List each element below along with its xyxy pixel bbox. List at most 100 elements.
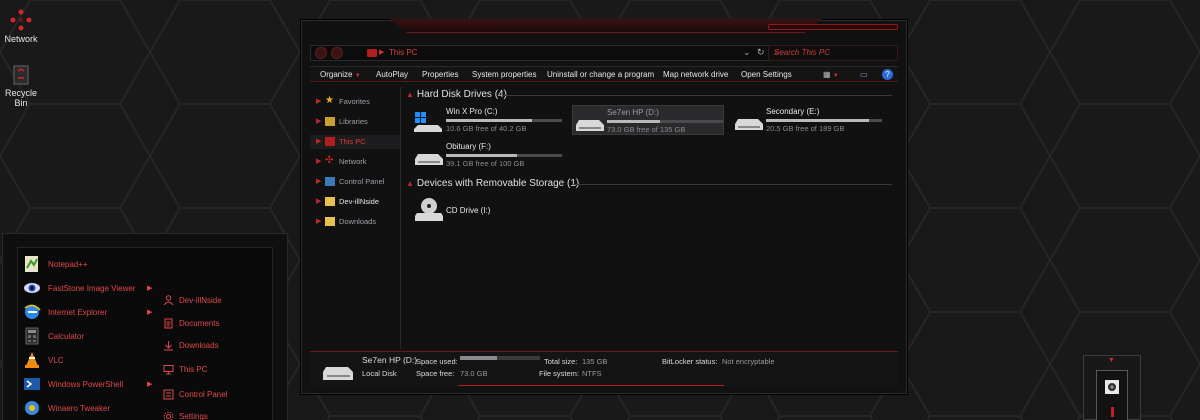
star-icon: ★ xyxy=(325,95,334,106)
calculator-icon xyxy=(25,327,39,345)
nav-item-dev-illnside[interactable]: ▶ Dev-illNside xyxy=(310,195,400,209)
downloads-icon xyxy=(164,341,173,351)
open-settings-button[interactable]: Open Settings xyxy=(741,70,792,79)
drive-usage-bar xyxy=(766,119,882,122)
desktop-icon-network[interactable]: Network xyxy=(0,8,42,44)
drive-usage-fill xyxy=(446,154,517,157)
computer-icon xyxy=(163,365,174,375)
drive-usage-fill xyxy=(766,119,870,122)
hard-drive-icon xyxy=(323,367,353,380)
program-internet-explorer[interactable]: Internet Explorer ▶ xyxy=(23,303,153,323)
uninstall-program-button[interactable]: Uninstall or change a program xyxy=(547,70,654,79)
drive-usage-bar xyxy=(607,120,723,123)
place-this-pc[interactable]: This PC xyxy=(163,362,263,378)
expand-arrow-icon[interactable]: ▶ xyxy=(316,137,321,145)
organize-button[interactable]: Organize ▼ xyxy=(320,70,361,79)
search-input[interactable]: Search This PC ⌕ xyxy=(768,45,898,61)
drive-item[interactable]: Secondary (E:) 20.5 GB free of 189 GB xyxy=(732,105,884,135)
submenu-arrow-icon[interactable]: ▶ xyxy=(147,284,152,292)
expand-arrow-icon[interactable]: ▶ xyxy=(316,117,321,125)
program-powershell[interactable]: Windows PowerShell ▶ xyxy=(23,375,153,395)
user-folder-icon xyxy=(163,295,174,306)
drive-free-space: 73.0 GB free of 135 GB xyxy=(607,125,686,134)
drive-item[interactable]: Obituary (F:) 39.1 GB free of 100 GB xyxy=(412,140,564,170)
computer-icon xyxy=(367,49,377,57)
widget-frame xyxy=(1096,370,1128,420)
autoplay-button[interactable]: AutoPlay xyxy=(376,70,408,79)
file-system-value: NTFS xyxy=(582,369,602,378)
drive-free-space: 10.6 GB free of 40.2 GB xyxy=(446,124,527,133)
view-options-icon[interactable]: ▦ ▼ xyxy=(823,70,839,79)
program-notepad-plus[interactable]: Notepad++ xyxy=(23,255,153,275)
drive-name: Se7en HP (D:) xyxy=(607,108,659,117)
widget-indicator xyxy=(1111,407,1114,417)
bitlocker-label: BitLocker status: xyxy=(662,357,718,366)
back-button[interactable] xyxy=(315,47,327,59)
place-label: Downloads xyxy=(179,341,219,350)
submenu-arrow-icon[interactable]: ▶ xyxy=(147,380,152,388)
expand-arrow-icon[interactable]: ▶ xyxy=(316,197,321,205)
nav-item-libraries[interactable]: ▶ Libraries xyxy=(310,115,400,129)
place-documents[interactable]: Documents xyxy=(163,316,263,332)
control-panel-icon xyxy=(163,389,174,400)
computer-icon xyxy=(325,137,335,146)
refresh-icon[interactable]: ↻ xyxy=(757,47,765,58)
file-list: ▲ Hard Disk Drives (4) Win X Pro (C:) 10.… xyxy=(402,85,898,349)
system-properties-button[interactable]: System properties xyxy=(472,70,536,79)
chevron-down-icon: ▼ xyxy=(1108,357,1115,364)
preview-pane-icon[interactable]: ▭ xyxy=(860,70,868,79)
nav-item-control-panel[interactable]: ▶ Control Panel xyxy=(310,175,400,189)
drive-item[interactable]: Win X Pro (C:) 10.6 GB free of 40.2 GB xyxy=(412,105,564,135)
place-control-panel[interactable]: Control Panel xyxy=(163,387,263,403)
properties-button[interactable]: Properties xyxy=(422,70,458,79)
group-header-hard-disk-drives[interactable]: ▲ Hard Disk Drives (4) xyxy=(406,89,507,100)
place-downloads[interactable]: Downloads xyxy=(163,338,263,354)
help-icon[interactable]: ? xyxy=(882,69,893,80)
expand-arrow-icon[interactable]: ▶ xyxy=(316,97,321,105)
space-used-fill xyxy=(460,356,497,360)
program-label: Notepad++ xyxy=(48,260,88,269)
group-title: Hard Disk Drives (4) xyxy=(416,89,507,100)
network-icon: ✣ xyxy=(325,155,334,166)
expand-arrow-icon[interactable]: ▶ xyxy=(316,177,321,185)
desktop-icon-recycle-bin[interactable]: Recycle Bin xyxy=(0,62,42,108)
program-vlc[interactable]: VLC xyxy=(23,351,153,371)
breadcrumb-this-pc[interactable]: This PC xyxy=(389,48,417,57)
network-icon xyxy=(10,9,32,31)
program-winaero-tweaker[interactable]: Winaero Tweaker xyxy=(23,399,153,419)
submenu-arrow-icon[interactable]: ▶ xyxy=(147,308,152,316)
drive-name: Obituary (F:) xyxy=(446,142,491,151)
bitlocker-value: Not encryptable xyxy=(722,357,775,366)
place-dev-illnside[interactable]: Dev-illNside xyxy=(163,293,263,309)
program-label: Windows PowerShell xyxy=(48,380,124,389)
forward-button[interactable] xyxy=(331,47,343,59)
space-used-bar xyxy=(460,356,540,360)
drive-name: Secondary (E:) xyxy=(766,107,820,116)
nav-item-downloads[interactable]: ▶ Downloads xyxy=(310,215,400,229)
group-divider xyxy=(502,95,892,96)
search-icon[interactable]: ⌕ xyxy=(774,47,893,58)
details-accent-line xyxy=(458,385,724,386)
drive-item[interactable]: Se7en HP (D:) 73.0 GB free of 135 GB xyxy=(572,105,724,135)
breadcrumb-arrow-icon[interactable]: ▶ xyxy=(379,48,384,56)
drive-item[interactable]: CD Drive (I:) xyxy=(412,197,564,227)
nav-item-network[interactable]: ▶ ✣ Network xyxy=(310,155,400,169)
expand-arrow-icon[interactable]: ▶ xyxy=(316,217,321,225)
drive-free-space: 20.5 GB free of 189 GB xyxy=(766,124,845,133)
group-header-removable-storage[interactable]: ▲ Devices with Removable Storage (1) xyxy=(406,178,579,189)
nav-item-this-pc[interactable]: ▶ This PC xyxy=(310,135,400,149)
nav-label: Dev-illNside xyxy=(339,197,380,206)
space-used-label: Space used: xyxy=(416,357,458,366)
nav-item-favorites[interactable]: ▶ ★ Favorites xyxy=(310,95,400,109)
total-size-value: 135 GB xyxy=(582,357,608,366)
desktop-widget[interactable]: ▼ xyxy=(1083,355,1141,420)
organize-label: Organize xyxy=(320,70,353,79)
program-faststone[interactable]: FastStone Image Viewer ▶ xyxy=(23,279,153,299)
expand-arrow-icon[interactable]: ▶ xyxy=(316,157,321,165)
place-settings[interactable]: Settings xyxy=(163,409,263,420)
chevron-down-icon[interactable]: ⌄ xyxy=(743,47,751,58)
gear-icon xyxy=(163,411,174,420)
program-calculator[interactable]: Calculator xyxy=(23,327,153,347)
map-network-drive-button[interactable]: Map network drive xyxy=(663,70,728,79)
nav-label: Downloads xyxy=(339,217,377,226)
